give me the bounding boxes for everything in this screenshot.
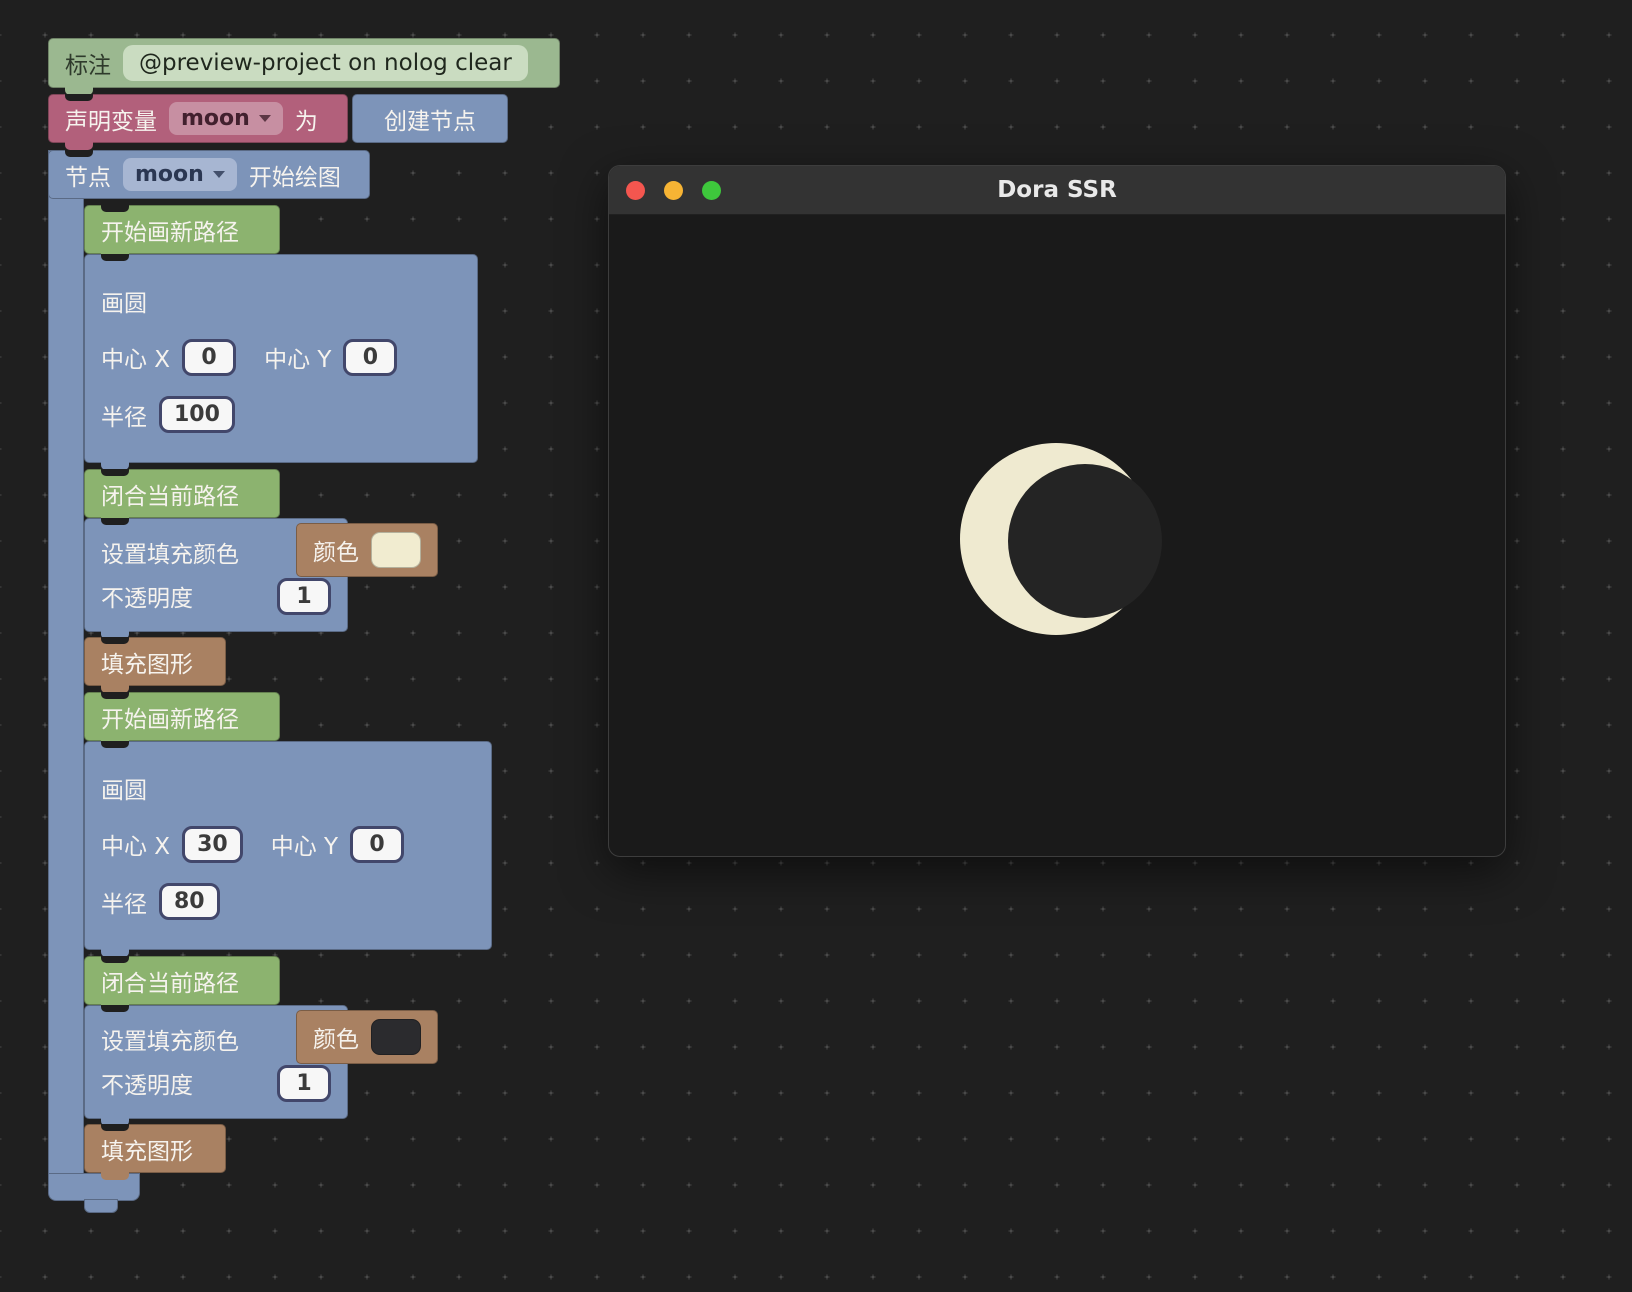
radius-field[interactable]: 80 [159,883,220,920]
node-action-label: 开始绘图 [249,158,341,192]
comment-label: 标注 [65,46,111,80]
color-block-2[interactable]: 颜色 [296,1010,438,1064]
opacity-field[interactable]: 1 [277,578,331,615]
node-start-draw-block[interactable]: 节点 moon 开始绘图 [48,150,370,199]
set-fill-label: 设置填充颜色 [101,535,239,569]
opacity-row: 不透明度 1 [101,1065,331,1102]
draw-circle-block-2[interactable]: 画圆 中心 X 30 中心 Y 0 半径 80 [84,741,492,950]
declare-variable-block[interactable]: 声明变量 moon 为 [48,94,348,143]
create-node-label: 创建节点 [384,102,476,136]
circle-title-row: 画圆 [101,284,461,318]
close-path-label: 闭合当前路径 [101,964,239,998]
node-variable-dropdown-value: moon [135,162,204,187]
opacity-field[interactable]: 1 [277,1065,331,1102]
color-swatch-cream[interactable] [371,532,421,568]
center-y-label: 中心 Y [264,340,331,374]
circle-radius-row: 半径 80 [101,883,475,920]
color-swatch-dark[interactable] [371,1019,421,1055]
fill-shape-block-1[interactable]: 填充图形 [84,637,226,686]
blockly-workspace[interactable]: 标注 @preview-project on nolog clear 声明变量 … [0,0,1632,1292]
draw-circle-block-1[interactable]: 画圆 中心 X 0 中心 Y 0 半径 100 [84,254,478,463]
window-titlebar[interactable]: Dora SSR [609,166,1505,215]
set-fill-label: 设置填充颜色 [101,1022,239,1056]
dropdown-arrow-icon [259,115,271,122]
close-path-block-1[interactable]: 闭合当前路径 [84,469,280,518]
comment-block[interactable]: 标注 @preview-project on nolog clear [48,38,560,88]
declare-label: 声明变量 [65,102,157,136]
radius-field[interactable]: 100 [159,396,235,433]
variable-dropdown-value: moon [181,106,250,131]
opacity-label: 不透明度 [101,579,193,613]
create-node-block[interactable]: 创建节点 [352,94,508,143]
color-block-1[interactable]: 颜色 [296,523,438,577]
declare-connector-label: 为 [295,102,318,136]
center-y-label: 中心 Y [271,827,338,861]
close-button[interactable] [626,181,645,200]
fill-shape-label: 填充图形 [101,1132,193,1166]
window-title: Dora SSR [997,177,1117,203]
variable-dropdown[interactable]: moon [169,102,283,135]
radius-label: 半径 [101,398,147,432]
center-x-field[interactable]: 30 [182,826,243,863]
circle-radius-row: 半径 100 [101,396,461,433]
center-x-label: 中心 X [101,827,170,861]
begin-path-block-1[interactable]: 开始画新路径 [84,205,280,254]
center-y-field[interactable]: 0 [350,826,404,863]
circle-center-row: 中心 X 0 中心 Y 0 [101,339,461,376]
moon-inner-circle [1008,464,1162,618]
render-canvas [609,215,1505,856]
begin-path-label: 开始画新路径 [101,700,239,734]
center-y-field[interactable]: 0 [343,339,397,376]
close-path-block-2[interactable]: 闭合当前路径 [84,956,280,1005]
color-label: 颜色 [313,533,359,567]
comment-text-field[interactable]: @preview-project on nolog clear [123,45,528,81]
radius-label: 半径 [101,885,147,919]
node-block-bottom-tab[interactable] [84,1199,118,1213]
fill-shape-block-2[interactable]: 填充图形 [84,1124,226,1173]
zoom-button[interactable] [702,181,721,200]
circle-label: 画圆 [101,771,147,805]
center-x-label: 中心 X [101,340,170,374]
node-variable-dropdown[interactable]: moon [123,158,237,191]
traffic-lights [626,166,721,214]
node-label: 节点 [65,158,111,192]
dora-ssr-window[interactable]: Dora SSR [608,165,1506,857]
dropdown-arrow-icon [213,171,225,178]
color-label: 颜色 [313,1020,359,1054]
minimize-button[interactable] [664,181,683,200]
moon-drawing [609,215,1505,856]
fill-shape-label: 填充图形 [101,645,193,679]
opacity-row: 不透明度 1 [101,578,331,615]
circle-center-row: 中心 X 30 中心 Y 0 [101,826,475,863]
circle-label: 画圆 [101,284,147,318]
node-block-left-spine[interactable] [48,150,84,1177]
begin-path-block-2[interactable]: 开始画新路径 [84,692,280,741]
close-path-label: 闭合当前路径 [101,477,239,511]
begin-path-label: 开始画新路径 [101,213,239,247]
opacity-label: 不透明度 [101,1066,193,1100]
center-x-field[interactable]: 0 [182,339,236,376]
circle-title-row: 画圆 [101,771,475,805]
